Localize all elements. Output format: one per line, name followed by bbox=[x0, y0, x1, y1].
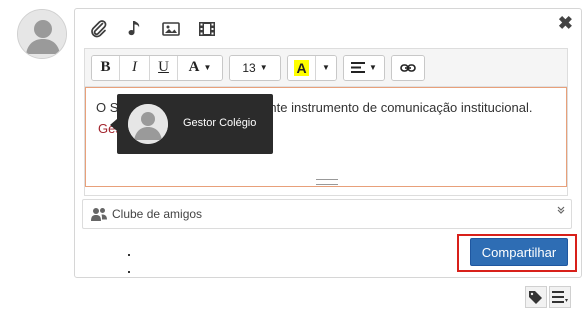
paperclip-icon[interactable] bbox=[87, 17, 111, 41]
attachment-bar bbox=[87, 15, 219, 43]
resize-handle[interactable] bbox=[316, 179, 338, 185]
font-size-dropdown[interactable]: 13 ▼ bbox=[230, 55, 280, 80]
chevron-down-icon: ▼ bbox=[203, 63, 212, 72]
chevron-down-icon: ▼ bbox=[369, 63, 377, 72]
font-color-label: A bbox=[188, 59, 200, 75]
audience-selector[interactable]: Clube de amigos bbox=[82, 199, 572, 229]
font-color-dropdown[interactable]: A ▼ bbox=[178, 55, 222, 80]
text-style-group: B I U A ▼ bbox=[91, 54, 223, 81]
highlight-dropdown[interactable]: ▼ bbox=[316, 55, 336, 80]
font-size-group: 13 ▼ bbox=[229, 54, 281, 81]
group-icon bbox=[91, 207, 107, 221]
tooltip-avatar bbox=[128, 104, 168, 144]
close-icon[interactable]: ✖ bbox=[558, 13, 573, 33]
mention-tooltip: Gestor Colégio bbox=[110, 94, 273, 154]
chevron-down-icon: ▼ bbox=[259, 63, 268, 72]
image-icon[interactable] bbox=[159, 17, 183, 41]
align-group: ▼ bbox=[343, 54, 385, 81]
tooltip-name: Gestor Colégio bbox=[183, 117, 257, 129]
chevron-down-double-icon[interactable] bbox=[557, 205, 565, 217]
highlight-label: A bbox=[294, 59, 309, 76]
highlight-group: A ▼ bbox=[287, 54, 337, 81]
list-icon[interactable] bbox=[549, 286, 571, 308]
user-silhouette-icon bbox=[18, 10, 66, 58]
underline-button[interactable]: U bbox=[150, 55, 178, 80]
user-avatar bbox=[17, 9, 67, 59]
italic-button[interactable]: I bbox=[120, 55, 150, 80]
audience-label: Clube de amigos bbox=[112, 207, 203, 221]
bold-button[interactable]: B bbox=[92, 55, 120, 80]
align-dropdown[interactable]: ▼ bbox=[344, 55, 384, 80]
footer-icon-bar bbox=[525, 286, 571, 308]
video-icon[interactable] bbox=[195, 17, 219, 41]
link-icon bbox=[400, 63, 416, 72]
editor-toolbar: B I U A ▼ 13 ▼ A ▼ ▼ bbox=[85, 49, 567, 87]
user-silhouette-icon bbox=[128, 104, 168, 144]
insert-link-button[interactable] bbox=[392, 55, 424, 80]
music-note-icon[interactable] bbox=[123, 17, 147, 41]
tags-icon[interactable] bbox=[525, 286, 547, 308]
highlight-button[interactable]: A bbox=[288, 55, 316, 80]
share-button[interactable]: Compartilhar bbox=[470, 238, 568, 266]
chevron-down-icon: ▼ bbox=[322, 63, 330, 72]
link-group bbox=[391, 54, 425, 81]
align-left-icon bbox=[351, 62, 366, 73]
separator-dot bbox=[128, 271, 130, 273]
font-size-value: 13 bbox=[242, 60, 256, 75]
separator-dot bbox=[128, 254, 130, 256]
post-composer-page: ✖ B I U A ▼ 13 ▼ A ▼ ▼ O Sagres Social é… bbox=[0, 0, 586, 314]
